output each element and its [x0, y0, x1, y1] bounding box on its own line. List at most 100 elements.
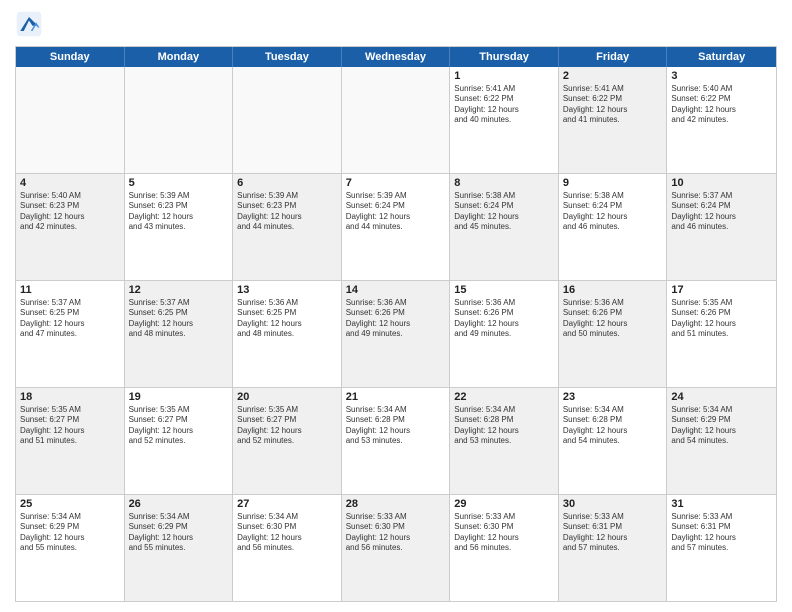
- calendar-cell: 31 Sunrise: 5:33 AM Sunset: 6:31 PM Dayli…: [667, 495, 776, 601]
- day-info: Sunrise: 5:36 AM Sunset: 6:26 PM Dayligh…: [454, 298, 554, 340]
- logo-icon: [15, 10, 43, 38]
- logo: [15, 10, 47, 38]
- day-number: 27: [237, 498, 337, 510]
- day-number: 23: [563, 391, 663, 403]
- calendar: SundayMondayTuesdayWednesdayThursdayFrid…: [15, 46, 777, 602]
- calendar-cell: 30 Sunrise: 5:33 AM Sunset: 6:31 PM Dayli…: [559, 495, 668, 601]
- day-number: 22: [454, 391, 554, 403]
- calendar-cell: 6 Sunrise: 5:39 AM Sunset: 6:23 PM Daylig…: [233, 174, 342, 280]
- day-number: 12: [129, 284, 229, 296]
- calendar-week-5: 25 Sunrise: 5:34 AM Sunset: 6:29 PM Dayli…: [16, 495, 776, 601]
- day-info: Sunrise: 5:41 AM Sunset: 6:22 PM Dayligh…: [454, 84, 554, 126]
- day-info: Sunrise: 5:40 AM Sunset: 6:23 PM Dayligh…: [20, 191, 120, 233]
- day-info: Sunrise: 5:34 AM Sunset: 6:30 PM Dayligh…: [237, 512, 337, 554]
- day-info: Sunrise: 5:34 AM Sunset: 6:28 PM Dayligh…: [454, 405, 554, 447]
- day-number: 28: [346, 498, 446, 510]
- calendar-cell: 29 Sunrise: 5:33 AM Sunset: 6:30 PM Dayli…: [450, 495, 559, 601]
- day-number: 31: [671, 498, 772, 510]
- day-info: Sunrise: 5:35 AM Sunset: 6:27 PM Dayligh…: [20, 405, 120, 447]
- day-number: 1: [454, 70, 554, 82]
- calendar-cell: 23 Sunrise: 5:34 AM Sunset: 6:28 PM Dayli…: [559, 388, 668, 494]
- calendar-cell: 21 Sunrise: 5:34 AM Sunset: 6:28 PM Dayli…: [342, 388, 451, 494]
- day-info: Sunrise: 5:33 AM Sunset: 6:30 PM Dayligh…: [346, 512, 446, 554]
- day-number: 6: [237, 177, 337, 189]
- day-info: Sunrise: 5:34 AM Sunset: 6:29 PM Dayligh…: [129, 512, 229, 554]
- day-info: Sunrise: 5:37 AM Sunset: 6:25 PM Dayligh…: [129, 298, 229, 340]
- day-info: Sunrise: 5:37 AM Sunset: 6:25 PM Dayligh…: [20, 298, 120, 340]
- day-number: 2: [563, 70, 663, 82]
- day-info: Sunrise: 5:37 AM Sunset: 6:24 PM Dayligh…: [671, 191, 772, 233]
- day-number: 7: [346, 177, 446, 189]
- day-info: Sunrise: 5:39 AM Sunset: 6:23 PM Dayligh…: [129, 191, 229, 233]
- calendar-week-2: 4Sunrise: 5:40 AM Sunset: 6:23 PM Daylig…: [16, 174, 776, 281]
- day-number: 8: [454, 177, 554, 189]
- day-number: 19: [129, 391, 229, 403]
- calendar-cell: 27 Sunrise: 5:34 AM Sunset: 6:30 PM Dayli…: [233, 495, 342, 601]
- day-info: Sunrise: 5:41 AM Sunset: 6:22 PM Dayligh…: [563, 84, 663, 126]
- header: [15, 10, 777, 38]
- calendar-cell: 16 Sunrise: 5:36 AM Sunset: 6:26 PM Dayli…: [559, 281, 668, 387]
- calendar-header-friday: Friday: [559, 47, 668, 67]
- day-info: Sunrise: 5:35 AM Sunset: 6:27 PM Dayligh…: [237, 405, 337, 447]
- calendar-cell: 18Sunrise: 5:35 AM Sunset: 6:27 PM Dayli…: [16, 388, 125, 494]
- day-info: Sunrise: 5:39 AM Sunset: 6:24 PM Dayligh…: [346, 191, 446, 233]
- calendar-header-sunday: Sunday: [16, 47, 125, 67]
- calendar-cell: 2 Sunrise: 5:41 AM Sunset: 6:22 PM Daylig…: [559, 67, 668, 173]
- calendar-cell: 12 Sunrise: 5:37 AM Sunset: 6:25 PM Dayli…: [125, 281, 234, 387]
- calendar-header-wednesday: Wednesday: [342, 47, 451, 67]
- calendar-cell: 20 Sunrise: 5:35 AM Sunset: 6:27 PM Dayli…: [233, 388, 342, 494]
- day-number: 21: [346, 391, 446, 403]
- day-number: 11: [20, 284, 120, 296]
- calendar-cell: 9 Sunrise: 5:38 AM Sunset: 6:24 PM Daylig…: [559, 174, 668, 280]
- day-number: 15: [454, 284, 554, 296]
- calendar-cell: 13 Sunrise: 5:36 AM Sunset: 6:25 PM Dayli…: [233, 281, 342, 387]
- day-info: Sunrise: 5:35 AM Sunset: 6:27 PM Dayligh…: [129, 405, 229, 447]
- day-info: Sunrise: 5:36 AM Sunset: 6:25 PM Dayligh…: [237, 298, 337, 340]
- page: SundayMondayTuesdayWednesdayThursdayFrid…: [0, 0, 792, 612]
- calendar-cell: 4Sunrise: 5:40 AM Sunset: 6:23 PM Daylig…: [16, 174, 125, 280]
- calendar-week-3: 11 Sunrise: 5:37 AM Sunset: 6:25 PM Dayli…: [16, 281, 776, 388]
- calendar-cell: 14Sunrise: 5:36 AM Sunset: 6:26 PM Dayli…: [342, 281, 451, 387]
- day-info: Sunrise: 5:36 AM Sunset: 6:26 PM Dayligh…: [563, 298, 663, 340]
- day-number: 20: [237, 391, 337, 403]
- calendar-cell: 3Sunrise: 5:40 AM Sunset: 6:22 PM Daylig…: [667, 67, 776, 173]
- day-info: Sunrise: 5:36 AM Sunset: 6:26 PM Dayligh…: [346, 298, 446, 340]
- day-info: Sunrise: 5:34 AM Sunset: 6:29 PM Dayligh…: [671, 405, 772, 447]
- day-number: 25: [20, 498, 120, 510]
- calendar-week-1: 1 Sunrise: 5:41 AM Sunset: 6:22 PM Daylig…: [16, 67, 776, 174]
- day-info: Sunrise: 5:33 AM Sunset: 6:30 PM Dayligh…: [454, 512, 554, 554]
- calendar-cell: 8 Sunrise: 5:38 AM Sunset: 6:24 PM Daylig…: [450, 174, 559, 280]
- day-info: Sunrise: 5:35 AM Sunset: 6:26 PM Dayligh…: [671, 298, 772, 340]
- calendar-cell: 24Sunrise: 5:34 AM Sunset: 6:29 PM Dayli…: [667, 388, 776, 494]
- calendar-cell: 10 Sunrise: 5:37 AM Sunset: 6:24 PM Dayli…: [667, 174, 776, 280]
- calendar-week-4: 18Sunrise: 5:35 AM Sunset: 6:27 PM Dayli…: [16, 388, 776, 495]
- day-info: Sunrise: 5:39 AM Sunset: 6:23 PM Dayligh…: [237, 191, 337, 233]
- day-info: Sunrise: 5:38 AM Sunset: 6:24 PM Dayligh…: [454, 191, 554, 233]
- day-number: 26: [129, 498, 229, 510]
- calendar-cell: [16, 67, 125, 173]
- day-info: Sunrise: 5:34 AM Sunset: 6:28 PM Dayligh…: [563, 405, 663, 447]
- day-info: Sunrise: 5:33 AM Sunset: 6:31 PM Dayligh…: [671, 512, 772, 554]
- day-number: 13: [237, 284, 337, 296]
- calendar-cell: [233, 67, 342, 173]
- calendar-body: 1 Sunrise: 5:41 AM Sunset: 6:22 PM Daylig…: [16, 67, 776, 601]
- calendar-header-tuesday: Tuesday: [233, 47, 342, 67]
- day-number: 29: [454, 498, 554, 510]
- calendar-cell: 11 Sunrise: 5:37 AM Sunset: 6:25 PM Dayli…: [16, 281, 125, 387]
- day-info: Sunrise: 5:34 AM Sunset: 6:28 PM Dayligh…: [346, 405, 446, 447]
- calendar-cell: 28 Sunrise: 5:33 AM Sunset: 6:30 PM Dayli…: [342, 495, 451, 601]
- calendar-cell: 25Sunrise: 5:34 AM Sunset: 6:29 PM Dayli…: [16, 495, 125, 601]
- day-number: 30: [563, 498, 663, 510]
- calendar-header-thursday: Thursday: [450, 47, 559, 67]
- calendar-header-monday: Monday: [125, 47, 234, 67]
- calendar-cell: 7 Sunrise: 5:39 AM Sunset: 6:24 PM Daylig…: [342, 174, 451, 280]
- day-number: 9: [563, 177, 663, 189]
- day-number: 3: [671, 70, 772, 82]
- day-number: 16: [563, 284, 663, 296]
- day-number: 10: [671, 177, 772, 189]
- calendar-cell: [125, 67, 234, 173]
- day-info: Sunrise: 5:33 AM Sunset: 6:31 PM Dayligh…: [563, 512, 663, 554]
- calendar-cell: [342, 67, 451, 173]
- day-info: Sunrise: 5:38 AM Sunset: 6:24 PM Dayligh…: [563, 191, 663, 233]
- calendar-cell: 5Sunrise: 5:39 AM Sunset: 6:23 PM Daylig…: [125, 174, 234, 280]
